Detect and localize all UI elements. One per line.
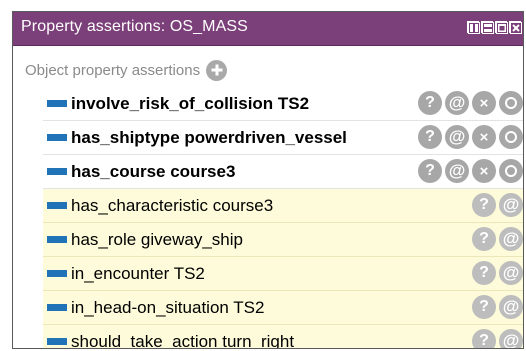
edit-button[interactable] (499, 125, 523, 149)
assertion-text: in_encounter TS2 (71, 264, 205, 283)
explain-button[interactable]: ? (418, 91, 442, 115)
delete-button[interactable]: × (472, 91, 496, 115)
assertion-text: in_head-on_situation TS2 (71, 298, 265, 317)
delete-button[interactable]: × (472, 159, 496, 183)
row-actions: ? @ × (418, 159, 523, 183)
assertion-row[interactable]: has_shiptype powerdriven_vessel ? @ × (43, 121, 523, 155)
object-property-icon (47, 202, 67, 209)
assertion-text: involve_risk_of_collision TS2 (71, 94, 310, 113)
row-actions: ? @ (472, 329, 523, 348)
inferred-assertion-row[interactable]: in_encounter TS2 ? @ (43, 257, 523, 291)
row-actions: ? @ (472, 193, 523, 217)
assertion-text: has_role giveway_ship (71, 230, 243, 249)
annotate-button[interactable]: @ (445, 125, 469, 149)
assertion-list: involve_risk_of_collision TS2 ? @ × has_… (43, 87, 523, 349)
annotate-button[interactable]: @ (499, 261, 523, 285)
split-vertical-icon[interactable] (467, 21, 480, 34)
assertion-row[interactable]: has_course course3 ? @ × (43, 155, 523, 189)
explain-button[interactable]: ? (472, 329, 496, 348)
delete-button[interactable]: × (472, 125, 496, 149)
property-assertions-panel: Property assertions: OS_MASS Object prop… (12, 11, 524, 349)
assertion-row[interactable]: involve_risk_of_collision TS2 ? @ × (43, 87, 523, 121)
assertion-text: has_characteristic course3 (71, 196, 274, 215)
row-actions: ? @ × (418, 125, 523, 149)
object-property-icon (47, 100, 67, 107)
annotate-button[interactable]: @ (499, 329, 523, 348)
inferred-assertion-row[interactable]: has_role giveway_ship ? @ (43, 223, 523, 257)
explain-button[interactable]: ? (472, 261, 496, 285)
panel-title-bar: Property assertions: OS_MASS (13, 12, 523, 46)
object-property-icon (47, 168, 67, 175)
add-assertion-button[interactable] (206, 59, 228, 81)
row-actions: ? @ (472, 295, 523, 319)
maximize-icon[interactable] (495, 21, 508, 34)
close-icon[interactable] (509, 21, 522, 34)
edit-button[interactable] (499, 159, 523, 183)
edit-button[interactable] (499, 91, 523, 115)
assertion-text: has_shiptype powerdriven_vessel (71, 128, 347, 147)
row-actions: ? @ (472, 261, 523, 285)
split-horizontal-icon[interactable] (481, 21, 494, 34)
annotate-button[interactable]: @ (445, 159, 469, 183)
explain-button[interactable]: ? (472, 227, 496, 251)
panel-title: Property assertions: OS_MASS (21, 18, 248, 35)
explain-button[interactable]: ? (418, 159, 442, 183)
object-property-icon (47, 134, 67, 141)
inferred-assertion-row[interactable]: has_characteristic course3 ? @ (43, 189, 523, 223)
row-actions: ? @ (472, 227, 523, 251)
window-controls (467, 21, 522, 34)
section-label: Object property assertions (25, 61, 201, 79)
inferred-assertion-row[interactable]: should_take_action turn_right ? @ (43, 325, 523, 349)
explain-button[interactable]: ? (472, 193, 496, 217)
object-property-icon (47, 270, 67, 277)
row-actions: ? @ × (418, 91, 523, 115)
annotate-button[interactable]: @ (499, 193, 523, 217)
assertion-text: has_course course3 (71, 162, 236, 181)
object-property-icon (47, 236, 67, 243)
object-property-icon (47, 338, 67, 345)
inferred-assertion-row[interactable]: in_head-on_situation TS2 ? @ (43, 291, 523, 325)
annotate-button[interactable]: @ (445, 91, 469, 115)
assertion-text: should_take_action turn_right (71, 332, 295, 349)
object-property-icon (47, 304, 67, 311)
explain-button[interactable]: ? (472, 295, 496, 319)
annotate-button[interactable]: @ (499, 227, 523, 251)
object-property-assertions-header: Object property assertions (25, 59, 228, 81)
annotate-button[interactable]: @ (499, 295, 523, 319)
explain-button[interactable]: ? (418, 125, 442, 149)
